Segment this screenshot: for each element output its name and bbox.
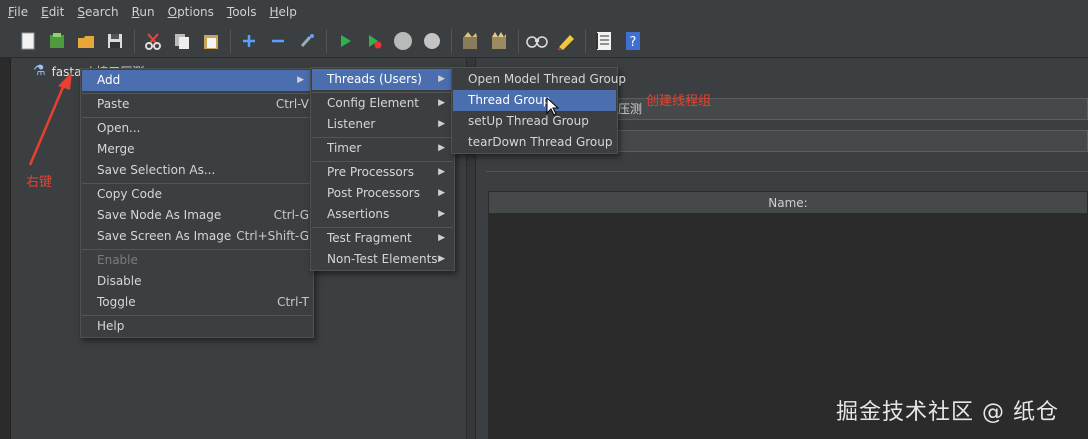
menu-item-add[interactable]: Add ▶ <box>82 70 312 91</box>
menu-item-threads-users[interactable]: Threads (Users) ▶ <box>312 69 453 90</box>
search-icon[interactable] <box>525 29 549 53</box>
shortcut: Ctrl-V <box>275 97 309 111</box>
function-helper-icon[interactable] <box>592 29 616 53</box>
comments-field[interactable] <box>612 130 1088 152</box>
help-icon[interactable]: ? <box>621 29 645 53</box>
menu-bar: File Edit Search Run Options Tools Help <box>0 0 1088 24</box>
shortcut: Ctrl-T <box>277 295 309 309</box>
start-icon[interactable] <box>333 29 357 53</box>
add-submenu: Threads (Users) ▶ Config Element ▶ Listene… <box>310 67 455 271</box>
menu-item-post-processors[interactable]: Post Processors ▶ <box>312 183 453 204</box>
watermark: 掘金技术社区 @ 纸仓 <box>836 400 1059 425</box>
toolbar: ? <box>0 24 1088 58</box>
menu-item-open[interactable]: Open... <box>82 118 312 139</box>
stop-icon[interactable] <box>391 29 415 53</box>
menu-options[interactable]: Options <box>168 5 214 19</box>
toolbar-separator <box>451 28 452 53</box>
toolbar-separator <box>518 28 519 53</box>
menu-item-setup-thread-group[interactable]: setUp Thread Group <box>453 111 616 132</box>
chevron-right-icon: ▶ <box>438 209 445 219</box>
toggle-icon[interactable] <box>295 29 319 53</box>
chevron-right-icon: ▶ <box>438 143 445 153</box>
annotation-create-thread-group: 创建线程组 <box>646 94 712 109</box>
open-icon[interactable] <box>74 29 98 53</box>
menu-item-test-fragment[interactable]: Test Fragment ▶ <box>312 228 453 249</box>
menu-item-save-screen-as-image[interactable]: Save Screen As Image Ctrl+Shift-G <box>82 226 312 247</box>
new-icon[interactable] <box>16 29 40 53</box>
shortcut: Ctrl-G <box>273 208 309 222</box>
menu-item-enable: Enable <box>97 253 138 267</box>
menu-item-paste[interactable]: Paste Ctrl-V <box>82 94 312 115</box>
menu-item-assertions[interactable]: Assertions ▶ <box>312 204 453 225</box>
menu-item-timer[interactable]: Timer ▶ <box>312 138 453 159</box>
chevron-right-icon: ▶ <box>438 167 445 177</box>
menu-help[interactable]: Help <box>270 5 297 19</box>
chevron-right-icon: ▶ <box>438 119 445 129</box>
menu-item-toggle[interactable]: Toggle Ctrl-T <box>82 292 312 313</box>
chevron-right-icon: ▶ <box>438 188 445 198</box>
reset-search-icon[interactable] <box>554 29 578 53</box>
menu-item-thread-group[interactable]: Thread Group <box>453 90 616 111</box>
shutdown-icon[interactable] <box>420 29 444 53</box>
templates-icon[interactable] <box>45 29 69 53</box>
annotation-arrow <box>28 72 72 166</box>
menu-tools[interactable]: Tools <box>227 5 257 19</box>
menu-item-pre-processors[interactable]: Pre Processors ▶ <box>312 162 453 183</box>
menu-item-open-model-thread-group[interactable]: Open Model Thread Group <box>453 69 626 90</box>
chevron-right-icon: ▶ <box>438 233 445 243</box>
copy-icon[interactable] <box>170 29 194 53</box>
menu-item-teardown-thread-group[interactable]: tearDown Thread Group <box>453 132 616 153</box>
menu-edit[interactable]: Edit <box>41 5 64 19</box>
shortcut: Ctrl+Shift-G <box>236 229 309 243</box>
chevron-right-icon: ▶ <box>297 75 304 85</box>
menu-run[interactable]: Run <box>132 5 155 19</box>
threads-submenu: Open Model Thread Group Thread Group set… <box>451 67 626 154</box>
collapse-icon[interactable] <box>266 29 290 53</box>
left-strip <box>0 58 11 439</box>
chevron-right-icon: ▶ <box>438 254 445 264</box>
divider <box>486 171 1088 172</box>
menu-item-save-node-as-image[interactable]: Save Node As Image Ctrl-G <box>82 205 312 226</box>
start-no-pause-icon[interactable] <box>362 29 386 53</box>
save-icon[interactable] <box>103 29 127 53</box>
cut-icon[interactable] <box>141 29 165 53</box>
chevron-right-icon: ▶ <box>438 74 445 84</box>
chevron-right-icon: ▶ <box>438 98 445 108</box>
clear-icon[interactable] <box>458 29 482 53</box>
menu-item-config-element[interactable]: Config Element ▶ <box>312 93 453 114</box>
menu-item-listener[interactable]: Listener ▶ <box>312 114 453 135</box>
menu-item-disable[interactable]: Disable <box>82 271 312 292</box>
toolbar-separator <box>326 28 327 53</box>
svg-text:?: ? <box>630 35 637 50</box>
mouse-cursor-icon <box>546 97 560 116</box>
clear-all-icon[interactable] <box>487 29 511 53</box>
expand-icon[interactable] <box>237 29 261 53</box>
menu-item-help[interactable]: Help <box>82 316 312 337</box>
context-menu: Add ▶ Paste Ctrl-V Open... Merge Save Se… <box>80 68 314 338</box>
toolbar-separator <box>134 28 135 53</box>
paste-icon[interactable] <box>199 29 223 53</box>
menu-item-non-test-elements[interactable]: Non-Test Elements ▶ <box>312 249 453 270</box>
toolbar-separator <box>585 28 586 53</box>
menu-item-save-selection-as[interactable]: Save Selection As... <box>82 160 312 181</box>
menu-search[interactable]: Search <box>77 5 118 19</box>
annotation-right-click: 右键 <box>26 175 53 190</box>
menu-file[interactable]: File <box>8 5 28 19</box>
toolbar-separator <box>230 28 231 53</box>
menu-item-copy-code[interactable]: Copy Code <box>82 184 312 205</box>
menu-item-merge[interactable]: Merge <box>82 139 312 160</box>
table-header-name: Name: <box>488 191 1088 214</box>
